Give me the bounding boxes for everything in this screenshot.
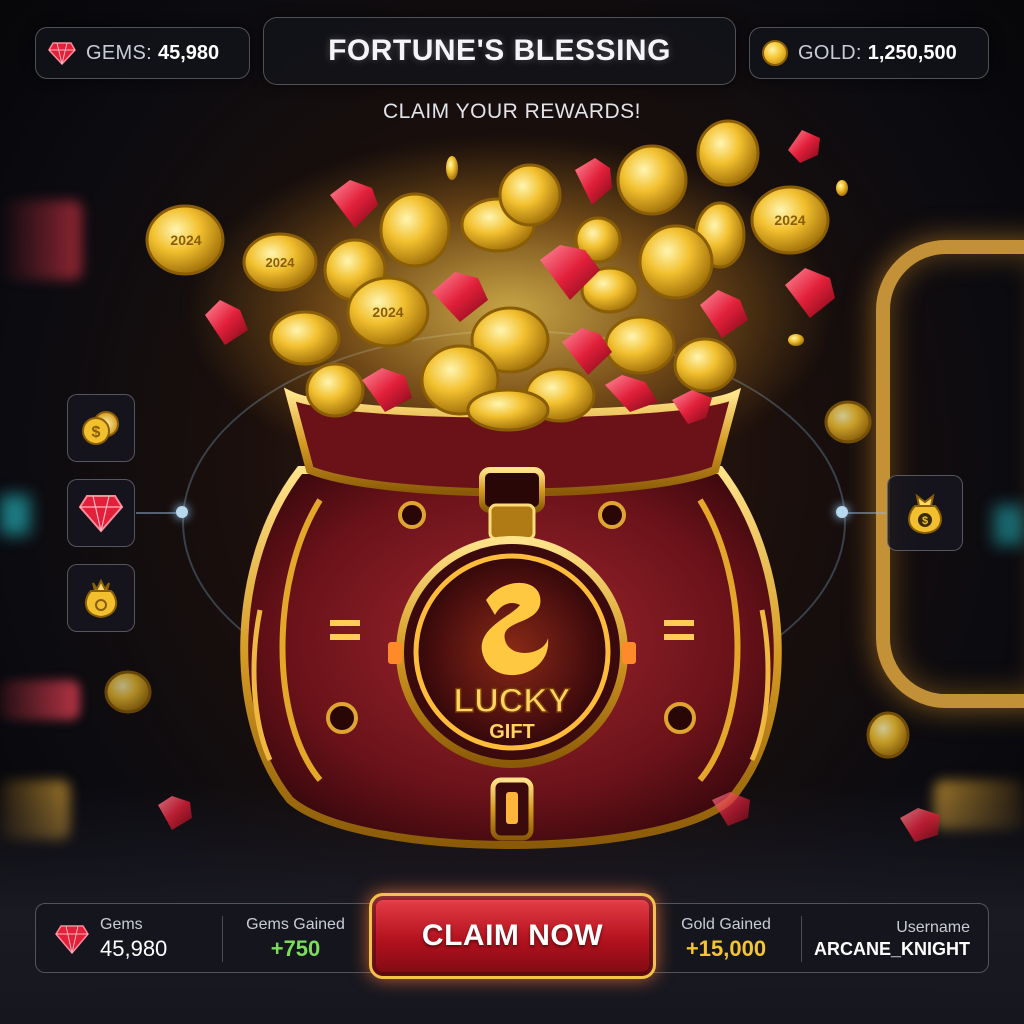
- gems-counter: GEMS: 45,980: [35, 27, 250, 79]
- coin-year-text: 2024: [266, 255, 296, 270]
- claim-now-button[interactable]: CLAIM NOW: [369, 893, 656, 979]
- page-title: FORTUNE'S BLESSING: [328, 34, 671, 67]
- coin-year-text: 2024: [774, 212, 805, 228]
- gems-shop-button[interactable]: [67, 479, 135, 547]
- gems-value: 45,980: [157, 41, 220, 64]
- money-bag-button[interactable]: $: [887, 475, 963, 551]
- gems-label: GEMS:: [86, 41, 152, 64]
- gems-gained-value: +750: [270, 936, 321, 961]
- gems-gained-label: Gems Gained: [246, 916, 345, 933]
- gems-stat-label: Gems: [100, 916, 143, 933]
- divider: [222, 916, 223, 962]
- gold-counter: GOLD: 1,250,500: [749, 27, 989, 79]
- gold-gained-value: +15,000: [685, 936, 767, 961]
- svg-text:$: $: [922, 515, 928, 527]
- username-value: ARCANE_KNIGHT: [813, 938, 970, 959]
- username-label: Username: [896, 918, 970, 936]
- gift-pouch-button[interactable]: [67, 564, 135, 632]
- coins-icon: $: [82, 411, 119, 445]
- money-bag-icon: $: [908, 493, 942, 535]
- divider: [801, 916, 802, 962]
- subtitle: CLAIM YOUR REWARDS!: [382, 100, 642, 123]
- coin-year-text: 2024: [372, 304, 403, 320]
- svg-text:$: $: [92, 424, 101, 441]
- gems-stat-value: 45,980: [100, 936, 168, 961]
- gold-gained-label: Gold Gained: [681, 916, 771, 933]
- emblem-title: LUCKY: [453, 682, 570, 720]
- gem-icon: [78, 495, 124, 533]
- gift-pouch-icon: [84, 578, 118, 619]
- coins-shop-button[interactable]: $: [67, 394, 135, 462]
- claim-now-label: CLAIM NOW: [421, 919, 604, 952]
- treasure-scene: 2024 2024 2024 2024 LUCKY GIFT: [0, 0, 1024, 1024]
- gold-value: 1,250,500: [867, 41, 957, 64]
- treasure-bag-illustration: 2024 2024 2024 2024 LUCKY GIFT: [104, 119, 940, 849]
- coin-year-text: 2024: [170, 232, 201, 248]
- gems-gained-stat: Gems Gained +750: [243, 904, 348, 974]
- username-stat: Username ARCANE_KNIGHT: [814, 904, 970, 974]
- coin-icon: [762, 40, 788, 66]
- gold-label: GOLD:: [798, 41, 862, 64]
- gold-gained-stat: Gold Gained +15,000: [676, 904, 776, 974]
- gems-stat: Gems 45,980: [54, 904, 167, 974]
- gem-icon: [55, 925, 89, 955]
- title-banner: FORTUNE'S BLESSING: [263, 17, 736, 85]
- emblem-subtitle: GIFT: [489, 721, 535, 743]
- gem-icon: [48, 42, 76, 65]
